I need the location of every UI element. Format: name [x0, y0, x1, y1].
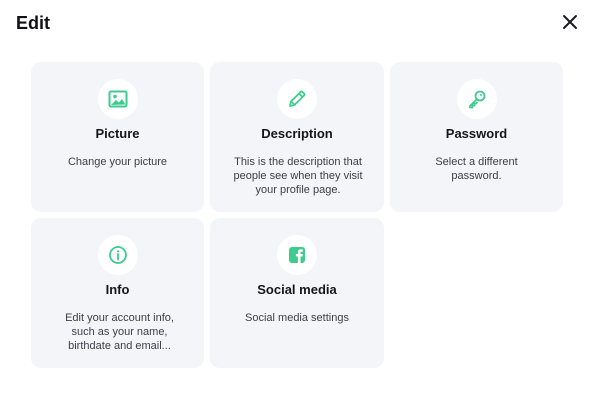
card-description: Social media settings — [245, 312, 349, 324]
page-title: Edit — [16, 13, 50, 33]
card-title: Social media — [257, 282, 337, 297]
card-title: Picture — [95, 126, 140, 141]
edit-dialog: Edit Picture Change your picture Descrip… — [0, 0, 594, 402]
password-icon-badge — [456, 79, 497, 119]
card-description: This is the description that people see … — [233, 156, 363, 196]
social-media-card[interactable]: Social media Social media settings — [210, 218, 384, 368]
picture-icon-badge — [97, 79, 138, 119]
key-icon — [468, 90, 485, 109]
description-card[interactable]: Description This is the description that… — [210, 62, 384, 212]
info-card[interactable]: Info Edit your account info, such as you… — [31, 218, 204, 368]
card-title: Info — [105, 282, 130, 297]
image-icon — [108, 90, 127, 108]
picture-card[interactable]: Picture Change your picture — [31, 62, 204, 212]
card-description: Edit your account info, such as your nam… — [65, 312, 174, 352]
close-button[interactable] — [559, 11, 581, 33]
info-icon — [108, 246, 127, 264]
card-description: Change your picture — [67, 156, 168, 168]
facebook-icon — [289, 247, 305, 263]
info-icon-badge — [97, 235, 138, 275]
card-description: Select a different password. — [435, 156, 518, 182]
description-icon-badge — [277, 79, 317, 119]
social-media-icon-badge — [277, 235, 317, 275]
card-title: Description — [261, 126, 333, 141]
close-icon — [563, 15, 577, 29]
pencil-icon — [289, 90, 306, 107]
card-title: Password — [445, 126, 508, 141]
password-card[interactable]: Password Select a different password. — [390, 62, 563, 212]
